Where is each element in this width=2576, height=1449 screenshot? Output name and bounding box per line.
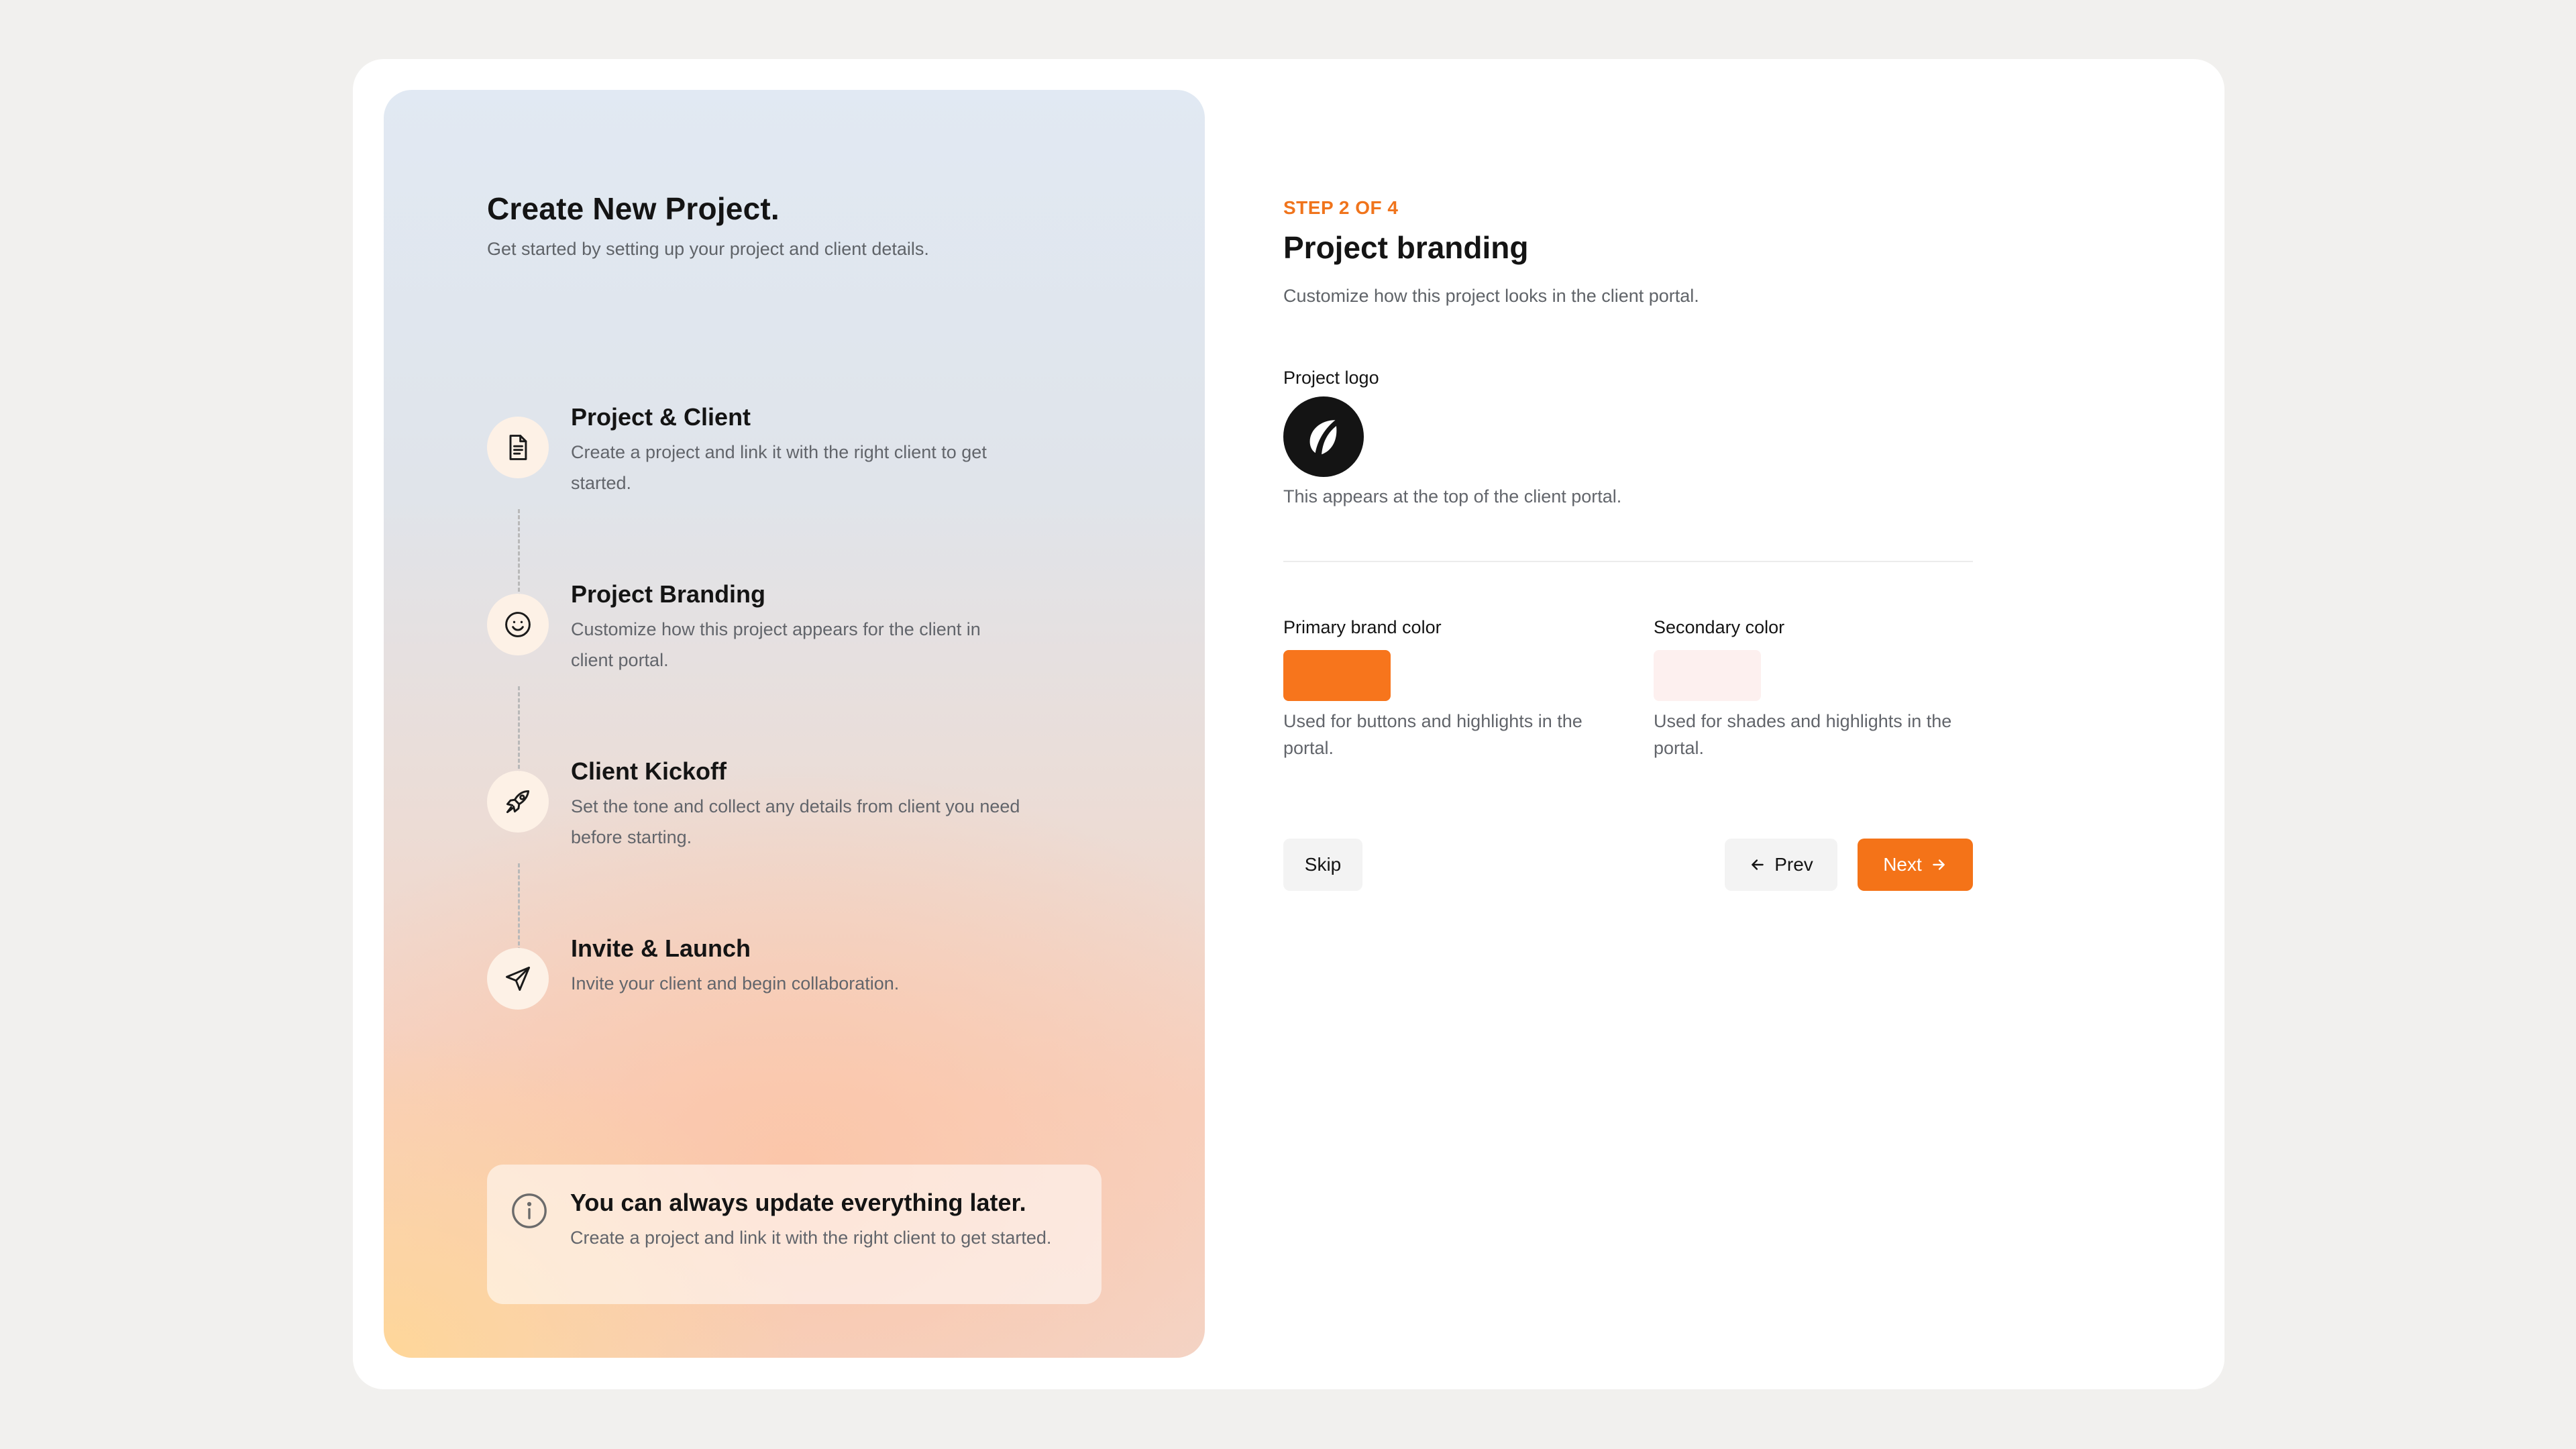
document-icon	[487, 417, 549, 478]
primary-color-swatch[interactable]	[1283, 650, 1391, 701]
primary-color-hint: Used for buttons and highlights in the p…	[1283, 711, 1582, 758]
step-description: Set the tone and collect any details fro…	[571, 796, 1020, 847]
step-title: Project & Client	[571, 403, 751, 431]
page-subtitle: Customize how this project looks in the …	[1283, 286, 1699, 306]
panel-subtitle: Get started by setting up your project a…	[487, 239, 929, 259]
send-icon	[487, 948, 549, 1010]
step-indicator: STEP 2 OF 4	[1283, 197, 1399, 218]
rocket-icon	[487, 771, 549, 833]
info-icon	[512, 1193, 547, 1228]
panel-title: Create New Project.	[487, 191, 780, 226]
project-logo-upload[interactable]	[1283, 396, 1364, 477]
next-button-label: Next	[1883, 854, 1922, 875]
step-description: Invite your client and begin collaborati…	[571, 973, 900, 994]
info-title: You can always update everything later.	[570, 1189, 1026, 1216]
step-description: Create a project and link it with the ri…	[571, 442, 987, 493]
prev-button-label: Prev	[1774, 854, 1813, 875]
skip-button-label: Skip	[1304, 854, 1342, 875]
prev-button[interactable]: Prev	[1725, 839, 1837, 891]
skip-button[interactable]: Skip	[1283, 839, 1362, 891]
primary-color-label: Primary brand color	[1283, 617, 1442, 637]
arrow-left-icon	[1752, 859, 1764, 870]
secondary-color-swatch[interactable]	[1654, 650, 1761, 701]
next-button[interactable]: Next	[1858, 839, 1973, 891]
info-callout: You can always update everything later. …	[487, 1165, 1102, 1304]
progress-panel: Create New Project. Get started by setti…	[384, 90, 1205, 1358]
info-description: Create a project and link it with the ri…	[570, 1228, 1052, 1248]
section-divider	[1283, 561, 1973, 562]
secondary-color-label: Secondary color	[1654, 617, 1785, 637]
project-logo-label: Project logo	[1283, 368, 1379, 388]
project-logo-hint: This appears at the top of the client po…	[1283, 486, 1622, 506]
smiley-icon	[487, 594, 549, 655]
secondary-color-hint: Used for shades and highlights in the po…	[1654, 711, 1952, 758]
onboarding-card: Create New Project. Get started by setti…	[353, 59, 2224, 1389]
logo-mark-icon	[1309, 420, 1337, 455]
page-title: Project branding	[1283, 230, 1529, 265]
step-title: Invite & Launch	[571, 934, 751, 962]
step-description: Customize how this project appears for t…	[571, 619, 981, 670]
step-title: Project Branding	[571, 580, 766, 608]
step-title: Client Kickoff	[571, 757, 727, 785]
arrow-right-icon	[1933, 859, 1945, 870]
